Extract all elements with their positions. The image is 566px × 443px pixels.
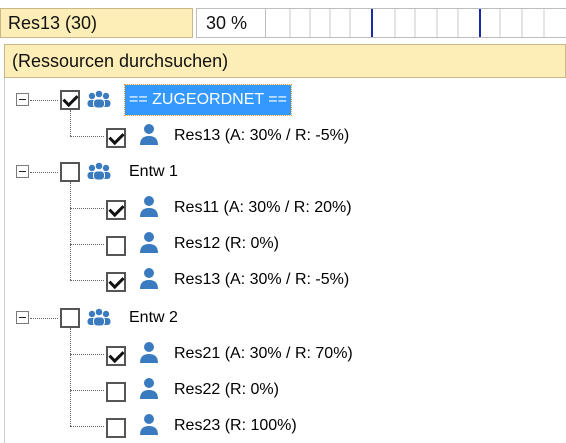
tree-connector	[70, 182, 71, 280]
resource-label[interactable]: Res23 (R: 100%)	[174, 411, 297, 441]
group-icon	[86, 306, 112, 330]
group-icon	[86, 88, 112, 112]
person-icon	[136, 341, 162, 365]
person-icon	[136, 267, 162, 291]
group-icon	[86, 160, 112, 184]
tree-connector	[30, 100, 58, 101]
resource-tree: == ZUGEORDNET == Res13 (A: 30% / R: -5%) E…	[0, 78, 566, 443]
resource-checkbox[interactable]	[106, 200, 126, 220]
tree-connector	[30, 318, 58, 319]
resource-label[interactable]: Res13 (A: 30% / R: -5%)	[174, 265, 349, 295]
person-icon	[136, 195, 162, 219]
resource-checkbox[interactable]	[106, 128, 126, 148]
person-icon	[136, 123, 162, 147]
tree-connector	[70, 136, 104, 137]
timeline-grid	[266, 8, 566, 38]
tree-connector	[70, 110, 71, 136]
group-checkbox[interactable]	[60, 162, 80, 182]
tree-connector	[70, 354, 104, 355]
tree-connector	[70, 244, 104, 245]
header-bar: Res13 (30) 30 %	[0, 0, 566, 40]
resource-checkbox[interactable]	[106, 346, 126, 366]
group-label[interactable]: Entw 1	[129, 157, 178, 187]
person-icon	[136, 377, 162, 401]
resource-checkbox[interactable]	[106, 272, 126, 292]
resource-label[interactable]: Res12 (R: 0%)	[174, 229, 279, 259]
tree-border	[4, 78, 5, 443]
tree-connector	[70, 426, 104, 427]
resource-label[interactable]: Res11 (A: 30% / R: 20%)	[174, 193, 352, 223]
group-checkbox[interactable]	[60, 90, 80, 110]
resource-label: Res13 (30)	[0, 8, 193, 38]
tree-connector	[30, 172, 58, 173]
resource-checkbox[interactable]	[106, 236, 126, 256]
tree-connector	[70, 280, 104, 281]
person-icon	[136, 413, 162, 437]
resource-label[interactable]: Res13 (A: 30% / R: -5%)	[174, 121, 349, 151]
search-input[interactable]: (Ressourcen durchsuchen)	[4, 44, 566, 78]
group-checkbox[interactable]	[60, 308, 80, 328]
group-label[interactable]: Entw 2	[129, 303, 178, 333]
resource-checkbox[interactable]	[106, 382, 126, 402]
percent-value: 30 %	[196, 8, 266, 38]
resource-label[interactable]: Res21 (A: 30% / R: 70%)	[174, 339, 353, 369]
collapse-toggle[interactable]	[16, 165, 29, 178]
group-label[interactable]: == ZUGEORDNET ==	[124, 84, 292, 116]
resource-checkbox[interactable]	[106, 418, 126, 438]
collapse-toggle[interactable]	[16, 311, 29, 324]
tree-connector	[70, 390, 104, 391]
collapse-toggle[interactable]	[16, 93, 29, 106]
tree-connector	[70, 328, 71, 426]
tree-connector	[70, 208, 104, 209]
person-icon	[136, 231, 162, 255]
resource-label[interactable]: Res22 (R: 0%)	[174, 375, 279, 405]
